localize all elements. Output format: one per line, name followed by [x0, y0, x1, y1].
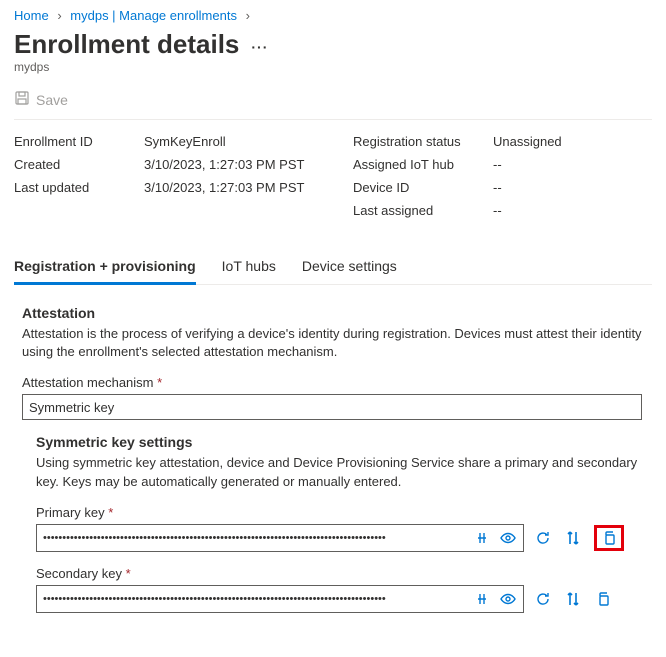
value-registration-status: Unassigned	[493, 134, 562, 149]
regenerate-icon[interactable]	[534, 590, 552, 608]
breadcrumb: Home › mydps | Manage enrollments ›	[14, 8, 652, 23]
label-registration-status: Registration status	[353, 134, 493, 149]
details-grid: Enrollment IDSymKeyEnroll Created3/10/20…	[14, 134, 652, 226]
attestation-mechanism-value: Symmetric key	[29, 400, 114, 415]
swap-icon[interactable]	[564, 590, 582, 608]
secondary-key-input[interactable]: ••••••••••••••••••••••••••••••••••••••••…	[36, 585, 524, 613]
chevron-right-icon: ›	[57, 8, 61, 23]
label-last-updated: Last updated	[14, 180, 144, 195]
breadcrumb-home[interactable]: Home	[14, 8, 49, 23]
attestation-section: Attestation Attestation is the process o…	[14, 285, 652, 613]
label-created: Created	[14, 157, 144, 172]
value-enrollment-id: SymKeyEnroll	[144, 134, 226, 149]
label-primary-key: Primary key *	[36, 505, 644, 520]
page-subtitle: mydps	[14, 60, 652, 74]
value-device-id: --	[493, 180, 502, 195]
divider	[14, 119, 652, 120]
label-secondary-key: Secondary key *	[36, 566, 644, 581]
value-created: 3/10/2023, 1:27:03 PM PST	[144, 157, 304, 172]
more-actions-button[interactable]: ···	[251, 33, 268, 55]
toolbar: Save	[14, 90, 652, 109]
label-attestation-mechanism: Attestation mechanism *	[22, 375, 644, 390]
label-enrollment-id: Enrollment ID	[14, 134, 144, 149]
breadcrumb-mydps[interactable]: mydps | Manage enrollments	[70, 8, 237, 23]
value-last-assigned: --	[493, 203, 502, 218]
swap-icon[interactable]	[564, 529, 582, 547]
copy-primary-highlight	[594, 525, 624, 551]
attestation-heading: Attestation	[22, 305, 644, 321]
tabs: Registration + provisioning IoT hubs Dev…	[14, 252, 652, 285]
label-device-id: Device ID	[353, 180, 493, 195]
tab-device-settings[interactable]: Device settings	[302, 252, 397, 284]
copy-icon[interactable]	[594, 590, 612, 608]
primary-key-masked: ••••••••••••••••••••••••••••••••••••••••…	[43, 532, 386, 544]
save-button[interactable]: Save	[36, 92, 68, 108]
symmetric-key-section: Symmetric key settings Using symmetric k…	[22, 420, 644, 612]
tab-iot-hubs[interactable]: IoT hubs	[222, 252, 276, 284]
copy-icon[interactable]	[600, 529, 618, 547]
label-assigned-hub: Assigned IoT hub	[353, 157, 493, 172]
attestation-description: Attestation is the process of verifying …	[22, 325, 644, 361]
multiline-icon[interactable]	[473, 590, 491, 608]
chevron-right-icon: ›	[246, 8, 250, 23]
attestation-mechanism-input[interactable]: Symmetric key	[22, 394, 642, 420]
save-icon	[14, 90, 30, 109]
secondary-key-masked: ••••••••••••••••••••••••••••••••••••••••…	[43, 593, 386, 605]
multiline-icon[interactable]	[473, 529, 491, 547]
value-assigned-hub: --	[493, 157, 502, 172]
tab-registration-provisioning[interactable]: Registration + provisioning	[14, 252, 196, 284]
value-last-updated: 3/10/2023, 1:27:03 PM PST	[144, 180, 304, 195]
primary-key-input[interactable]: ••••••••••••••••••••••••••••••••••••••••…	[36, 524, 524, 552]
eye-icon[interactable]	[499, 590, 517, 608]
regenerate-icon[interactable]	[534, 529, 552, 547]
eye-icon[interactable]	[499, 529, 517, 547]
symkey-description: Using symmetric key attestation, device …	[36, 454, 644, 490]
page-title: Enrollment details	[14, 29, 239, 60]
label-last-assigned: Last assigned	[353, 203, 493, 218]
symkey-heading: Symmetric key settings	[36, 434, 644, 450]
